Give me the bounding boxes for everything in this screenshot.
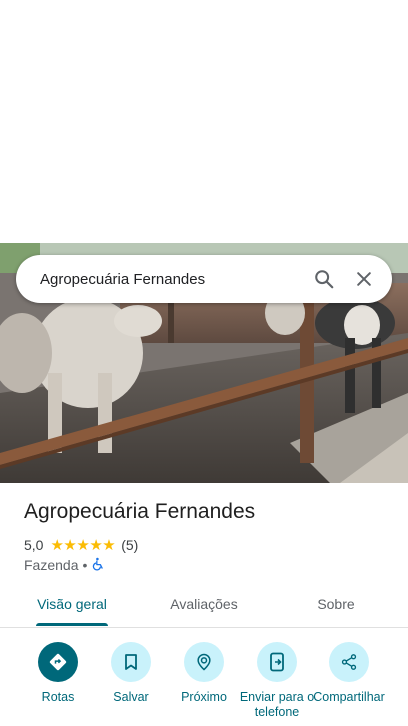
place-title: Agropecuária Fernandes xyxy=(24,500,256,523)
send-to-phone-button[interactable]: Enviar para o telefone xyxy=(239,642,315,720)
search-icon[interactable] xyxy=(304,259,344,299)
send-to-phone-icon xyxy=(270,652,284,672)
tab-overview[interactable]: Visão geral xyxy=(20,588,124,626)
send-to-phone-label: Enviar para o telefone xyxy=(239,690,315,719)
bookmark-icon xyxy=(125,654,137,670)
action-bar: Rotas Salvar Próximo Enviar para o telef… xyxy=(0,642,408,726)
star-icon: ★ xyxy=(50,536,64,554)
save-label: Salvar xyxy=(113,690,149,704)
directions-button[interactable]: Rotas xyxy=(20,642,96,705)
close-icon[interactable] xyxy=(344,259,384,299)
search-input[interactable]: Agropecuária Fernandes xyxy=(40,271,304,288)
search-bar[interactable]: Agropecuária Fernandes xyxy=(16,255,392,303)
directions-label: Rotas xyxy=(41,690,75,704)
nearby-button[interactable]: Próximo xyxy=(166,642,242,705)
nearby-icon xyxy=(197,653,211,671)
star-icon: ★ xyxy=(102,536,116,554)
nearby-label: Próximo xyxy=(181,690,227,704)
share-label: Compartilhar xyxy=(313,690,385,704)
send-to-phone-button-circle[interactable] xyxy=(257,642,297,682)
tab-reviews[interactable]: Avaliações xyxy=(152,588,256,626)
star-icon: ★ xyxy=(63,536,77,554)
rating-row[interactable]: 5,0 ★ ★ ★ ★ ★ (5) xyxy=(24,536,138,554)
place-category: Fazenda xyxy=(24,557,79,573)
category-row: Fazenda • xyxy=(24,556,105,574)
separator: • xyxy=(82,557,88,573)
star-icon: ★ xyxy=(76,536,90,554)
active-tab-indicator xyxy=(36,623,108,626)
tab-about[interactable]: Sobre xyxy=(284,588,388,626)
place-tabs: Visão geral Avaliações Sobre xyxy=(0,588,408,628)
share-button[interactable]: Compartilhar xyxy=(311,642,387,705)
share-icon xyxy=(341,654,357,670)
share-button-circle[interactable] xyxy=(329,642,369,682)
save-button-circle[interactable] xyxy=(111,642,151,682)
wheelchair-icon xyxy=(91,557,105,574)
star-icon: ★ xyxy=(89,536,103,554)
save-button[interactable]: Salvar xyxy=(93,642,169,705)
nearby-button-circle[interactable] xyxy=(184,642,224,682)
directions-button-circle[interactable] xyxy=(38,642,78,682)
rating-stars: ★ ★ ★ ★ ★ xyxy=(50,538,115,553)
tabs-divider xyxy=(0,627,408,628)
rating-value: 5,0 xyxy=(24,537,44,553)
review-count[interactable]: (5) xyxy=(121,537,138,553)
directions-icon xyxy=(49,653,67,671)
